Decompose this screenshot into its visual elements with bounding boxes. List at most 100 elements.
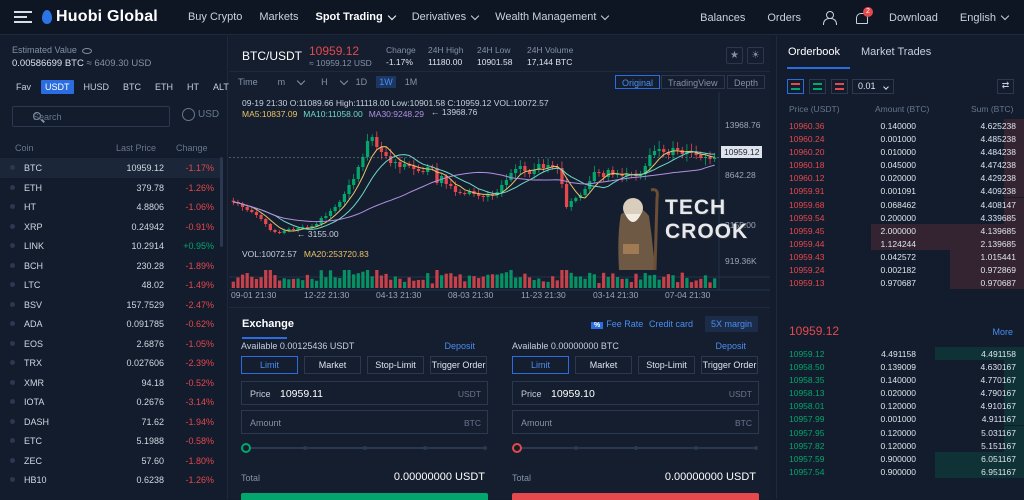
star-icon[interactable] <box>10 301 15 307</box>
asks-row[interactable]: 10959.54 0.200000 4.339685 <box>777 210 1024 224</box>
star-icon[interactable] <box>10 360 15 365</box>
coin-row[interactable]: BTC 10959.12 -1.17% <box>0 158 222 178</box>
star-icon[interactable] <box>10 184 15 190</box>
precision-select[interactable]: 0.01 <box>852 79 894 94</box>
tab-ht[interactable]: HT <box>183 80 203 94</box>
sell-amount-input[interactable]: Amount BTC <box>512 410 759 434</box>
slider-knob[interactable] <box>512 443 522 453</box>
coin-search-input[interactable]: Search <box>12 106 170 127</box>
language-select[interactable]: English <box>960 0 1010 35</box>
buy-order-type-limit[interactable]: Limit <box>241 356 298 374</box>
star-icon[interactable] <box>10 457 15 463</box>
bids-row[interactable]: 10959.12 4.491158 4.491158 <box>777 347 1024 360</box>
nav-item-markets[interactable]: Markets <box>259 0 298 35</box>
logo[interactable]: Huobi Global <box>42 8 158 26</box>
download-link[interactable]: Download <box>889 0 938 35</box>
tab-usdt[interactable]: USDT <box>41 80 74 94</box>
asks-row[interactable]: 10960.36 0.140000 4.625238 <box>777 119 1024 132</box>
interval-m[interactable]: m <box>275 76 289 88</box>
nav-item-spot-trading[interactable]: Spot Trading <box>316 0 396 35</box>
view-depth[interactable]: Depth <box>727 75 766 89</box>
sell-order-type-limit[interactable]: Limit <box>512 356 569 374</box>
nav-item-buy-crypto[interactable]: Buy Crypto <box>188 0 242 35</box>
asks-row[interactable]: 10959.43 0.042572 1.015441 <box>777 249 1024 263</box>
coin-row[interactable]: IOTA 0.2676 -3.14% <box>0 392 222 412</box>
tab-eth[interactable]: ETH <box>151 80 177 94</box>
bids-row[interactable]: 10958.50 0.139009 4.630167 <box>777 360 1024 374</box>
tab-orderbook[interactable]: Orderbook <box>788 46 840 58</box>
tab-husd[interactable]: HUSD <box>80 80 114 94</box>
eye-icon[interactable] <box>81 47 92 54</box>
view-tradingview[interactable]: TradingView <box>661 75 725 89</box>
bids-row[interactable]: 10957.95 0.120000 5.031167 <box>777 425 1024 439</box>
asks-row[interactable]: 10960.20 0.010000 4.484238 <box>777 145 1024 159</box>
asks-row[interactable]: 10960.18 0.045000 4.474238 <box>777 158 1024 172</box>
buy-order-type-stop-limit[interactable]: Stop-Limit <box>367 356 424 374</box>
coin-row[interactable]: ADA 0.091785 -0.62% <box>0 314 222 334</box>
star-icon[interactable] <box>10 399 15 404</box>
asks-row[interactable]: 10960.24 0.001000 4.485238 <box>777 132 1024 146</box>
coin-row[interactable]: DASH 71.62 -1.94% <box>0 412 222 432</box>
menu-icon[interactable] <box>14 11 32 23</box>
star-icon[interactable] <box>10 243 15 248</box>
bell-icon[interactable]: 2 <box>855 6 873 24</box>
buy-order-type-trigger-order[interactable]: Trigger Order <box>430 356 487 374</box>
scrollbar[interactable] <box>220 157 223 247</box>
view-original[interactable]: Original <box>615 75 661 89</box>
favorite-star-icon[interactable]: ★ <box>726 47 743 64</box>
bids-row[interactable]: 10957.82 0.120000 5.151167 <box>777 438 1024 452</box>
coin-row[interactable]: BSV 157.7529 -2.47% <box>0 295 222 315</box>
star-icon[interactable] <box>10 438 15 443</box>
star-icon[interactable] <box>10 340 15 346</box>
user-icon[interactable] <box>823 11 837 25</box>
star-icon[interactable] <box>10 418 15 424</box>
balances-link[interactable]: Balances <box>700 0 745 35</box>
coin-row[interactable]: ETC 5.1988 -0.58% <box>0 431 222 451</box>
sell-amount-slider[interactable] <box>512 443 759 453</box>
sell-price-input[interactable]: Price 10959.10 USDT <box>512 381 759 405</box>
coin-row[interactable]: BCH 230.28 -1.89% <box>0 256 222 276</box>
star-icon[interactable] <box>10 165 15 170</box>
coin-row[interactable]: XMR 94.18 -0.52% <box>0 373 222 393</box>
sell-order-type-trigger-order[interactable]: Trigger Order <box>701 356 758 374</box>
buy-order-type-market[interactable]: Market <box>304 356 361 374</box>
star-icon[interactable] <box>10 204 15 209</box>
interval-h[interactable]: H <box>318 76 331 88</box>
coin-row[interactable]: XRP 0.24942 -0.91% <box>0 217 222 237</box>
coin-row[interactable]: HB10 0.6238 -1.26% <box>0 470 222 490</box>
coin-column-header[interactable]: Coin <box>15 143 34 153</box>
bids-only-icon[interactable] <box>809 79 826 94</box>
buy-amount-input[interactable]: Amount BTC <box>241 410 488 434</box>
asks-row[interactable]: 10959.45 2.000000 4.139685 <box>777 223 1024 237</box>
last-price-column-header[interactable]: Last Price <box>116 143 156 153</box>
nav-item-derivatives[interactable]: Derivatives <box>412 0 480 35</box>
coin-row[interactable]: TRX 0.027606 -2.39% <box>0 353 222 373</box>
star-icon[interactable] <box>10 223 15 229</box>
buy-deposit-link[interactable]: Deposit <box>444 341 475 351</box>
bids-row[interactable]: 10957.59 0.900000 6.051167 <box>777 451 1024 465</box>
bids-row[interactable]: 10957.99 0.001000 4.911167 <box>777 412 1024 426</box>
asks-row[interactable]: 10960.12 0.020000 4.429238 <box>777 171 1024 185</box>
tab-market-trades[interactable]: Market Trades <box>861 46 931 58</box>
asks-row[interactable]: 10959.24 0.002182 0.972869 <box>777 263 1024 277</box>
interval-1d[interactable]: 1D <box>353 76 371 88</box>
interval-1m[interactable]: 1M <box>402 76 421 88</box>
sell-order-type-market[interactable]: Market <box>575 356 632 374</box>
bids-row[interactable]: 10958.13 0.020000 4.790167 <box>777 386 1024 400</box>
tab-fav[interactable]: Fav <box>12 80 35 94</box>
star-icon[interactable] <box>10 321 15 326</box>
bids-row[interactable]: 10958.01 0.120000 4.910167 <box>777 399 1024 413</box>
star-icon[interactable] <box>10 379 15 385</box>
buy-amount-slider[interactable] <box>241 443 488 453</box>
sell-deposit-link[interactable]: Deposit <box>715 341 746 351</box>
asks-row[interactable]: 10959.68 0.068462 4.408147 <box>777 197 1024 211</box>
buy-price-input[interactable]: Price 10959.11 USDT <box>241 381 488 405</box>
usd-toggle[interactable]: USD <box>182 108 219 121</box>
interval-time[interactable]: Time <box>235 76 261 88</box>
tab-btc[interactable]: BTC <box>119 80 145 94</box>
bids-row[interactable]: 10958.35 0.140000 4.770167 <box>777 373 1024 387</box>
nav-item-wealth-management[interactable]: Wealth Management <box>495 0 610 35</box>
asks-row[interactable]: 10959.91 0.001091 4.409238 <box>777 184 1024 198</box>
coin-row[interactable]: ZEC 57.60 -1.80% <box>0 451 222 471</box>
slider-knob[interactable] <box>241 443 251 453</box>
